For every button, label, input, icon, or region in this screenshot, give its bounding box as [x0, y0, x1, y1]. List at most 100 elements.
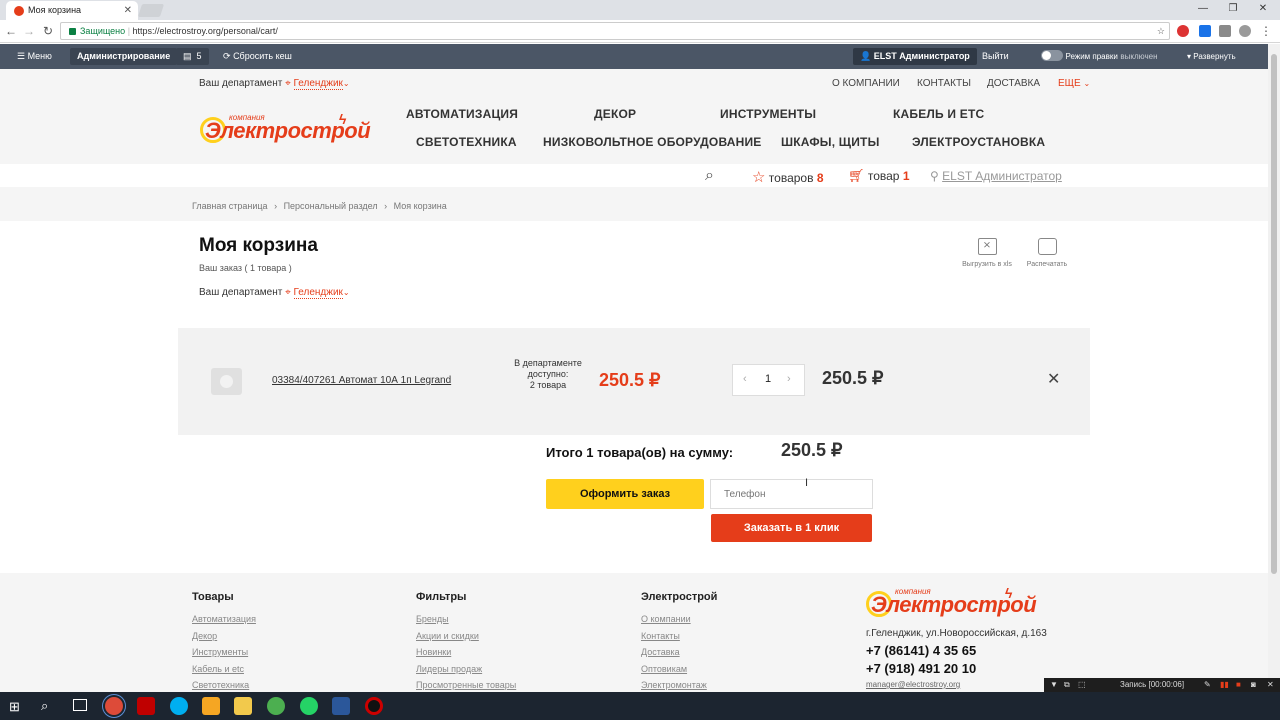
admin-user-button[interactable]: 👤 ELST Администратор	[853, 48, 977, 65]
footer-link[interactable]: Бренды	[416, 614, 449, 624]
footer-link[interactable]: Оптовикам	[641, 664, 687, 674]
toggle-switch[interactable]	[1041, 50, 1063, 61]
menu-automation[interactable]: АВТОМАТИЗАЦИЯ	[406, 107, 518, 121]
favorites-link[interactable]: ☆ товаров 8	[752, 168, 824, 186]
recorder-crop-icon[interactable]: ⬚	[1078, 678, 1086, 692]
extension-icon[interactable]	[1199, 25, 1211, 37]
department-link[interactable]: Геленджик	[293, 78, 343, 90]
logout-button[interactable]: Выйти	[975, 48, 1016, 65]
quantity-value[interactable]: 1	[765, 373, 771, 385]
checkout-button[interactable]: Оформить заказ	[546, 479, 704, 509]
edit-mode-toggle[interactable]: Режим правки выключен	[1034, 48, 1165, 65]
export-xls-button[interactable]: ⨯ Выгрузить в xls	[955, 238, 1019, 268]
department-link-cart[interactable]: Геленджик	[293, 287, 343, 299]
breadcrumb-home[interactable]: Главная страница	[192, 201, 268, 211]
chrome-taskbar-icon[interactable]	[105, 697, 123, 715]
administration-button[interactable]: Администрирование	[70, 48, 178, 65]
search-icon[interactable]: ⌕	[705, 167, 714, 185]
close-window-icon[interactable]: ✕	[1248, 0, 1278, 20]
recorder-camera-icon[interactable]: ◙	[1251, 678, 1256, 692]
breadcrumb-personal[interactable]: Персональный раздел	[284, 201, 378, 211]
footer-link[interactable]: Лидеры продаж	[416, 664, 482, 674]
sublime-taskbar-icon[interactable]	[202, 697, 220, 715]
new-tab-button[interactable]	[137, 4, 165, 17]
menu-lighting[interactable]: СВЕТОТЕХНИКА	[416, 135, 517, 149]
chrome-menu-icon[interactable]: ⋮	[1258, 22, 1274, 40]
cart-link[interactable]: 🛒︎ товар 1	[848, 168, 910, 184]
footer-link[interactable]: Инструменты	[192, 647, 248, 657]
task-view-icon[interactable]	[73, 699, 87, 711]
reload-icon[interactable]: ↻	[40, 22, 56, 40]
footer-email[interactable]: manager@electrostroy.org	[866, 680, 960, 689]
print-button[interactable]: Распечатать	[1020, 238, 1074, 268]
footer-link[interactable]: Кабель и etc	[192, 664, 244, 674]
skype-taskbar-icon[interactable]	[170, 697, 188, 715]
footer-link[interactable]: Новинки	[416, 647, 451, 657]
footer-link[interactable]: Электромонтаж	[641, 680, 707, 690]
recorder-close-icon[interactable]: ✕	[1267, 678, 1274, 692]
footer-logo[interactable]: компания Электрострой ϟ	[865, 585, 1037, 619]
menu-installation[interactable]: ЭЛЕКТРОУСТАНОВКА	[912, 135, 1045, 149]
menu-cable[interactable]: КАБЕЛЬ И ЕТС	[893, 107, 984, 121]
recorder-pen-icon[interactable]: ✎	[1204, 678, 1211, 692]
maximize-icon[interactable]: ❐	[1218, 0, 1248, 20]
whatsapp-taskbar-icon[interactable]	[300, 697, 318, 715]
department-selector-cart[interactable]: Ваш департамент ⌖ Геленджик⌄	[199, 287, 350, 299]
menu-cabinets[interactable]: ШКАФЫ, ЩИТЫ	[781, 135, 880, 149]
bookmark-star-icon[interactable]: ☆	[1157, 23, 1165, 39]
phone-input[interactable]	[710, 479, 873, 509]
footer-link[interactable]: Декор	[192, 631, 217, 641]
increase-icon[interactable]: ›	[787, 373, 791, 385]
windows-start-icon[interactable]: ⊞	[9, 700, 22, 713]
footer-link[interactable]: Светотехника	[192, 680, 249, 690]
department-selector[interactable]: Ваш департамент ⌖ Геленджик⌄	[199, 78, 350, 90]
footer-link[interactable]: Автоматизация	[192, 614, 256, 624]
recorder-collapse-icon[interactable]: ▼	[1050, 678, 1058, 692]
explorer-taskbar-icon[interactable]	[234, 697, 252, 715]
footer-link[interactable]: Просмотренные товары	[416, 680, 516, 690]
close-tab-icon[interactable]: ✕	[124, 1, 132, 20]
footer-link[interactable]: Доставка	[641, 647, 680, 657]
site-logo[interactable]: компания Электрострой ϟ	[199, 111, 371, 145]
top-link-more[interactable]: ЕЩЕ ⌄	[1058, 78, 1090, 89]
quantity-stepper[interactable]: ‹ 1 ›	[732, 364, 805, 396]
footer-phone2[interactable]: +7 (918) 491 20 10	[866, 661, 976, 676]
menu-decor[interactable]: ДЕКОР	[594, 107, 636, 121]
recorder-window-icon[interactable]: ⧉	[1064, 678, 1070, 692]
footer-link[interactable]: Акции и скидки	[416, 631, 479, 641]
filezilla-taskbar-icon[interactable]	[137, 697, 155, 715]
expand-panel-button[interactable]: ▾ Развернуть	[1180, 48, 1243, 65]
one-click-order-button[interactable]: Заказать в 1 клик	[711, 514, 872, 542]
back-icon[interactable]: ←	[3, 22, 19, 40]
forward-icon[interactable]: →	[21, 22, 37, 40]
word-taskbar-icon[interactable]	[332, 697, 350, 715]
notifications-button[interactable]: ▤ 5	[176, 48, 209, 65]
clear-cache-button[interactable]: ⟳ Сбросить кеш	[216, 48, 299, 65]
menu-tools[interactable]: ИНСТРУМЕНТЫ	[720, 107, 816, 121]
scrollbar-thumb[interactable]	[1271, 54, 1277, 574]
top-link-about[interactable]: О КОМПАНИИ	[832, 78, 900, 89]
user-profile-link[interactable]: ⚲ ELST Администратор	[930, 169, 1062, 183]
minimize-icon[interactable]: —	[1188, 0, 1218, 20]
top-link-contacts[interactable]: КОНТАКТЫ	[917, 78, 971, 89]
recorder-stop-icon[interactable]: ■	[1236, 678, 1241, 692]
camera-extension-icon[interactable]	[1219, 25, 1231, 37]
admin-menu-button[interactable]: ☰ Меню	[10, 48, 59, 65]
footer-phone1[interactable]: +7 (86141) 4 35 65	[866, 643, 976, 658]
remove-item-icon[interactable]: ✕	[1047, 369, 1060, 389]
browser-tab[interactable]: Моя корзина ✕	[6, 1, 138, 20]
decrease-icon[interactable]: ‹	[743, 373, 747, 385]
search-icon[interactable]: ⌕	[41, 698, 48, 714]
chrome2-taskbar-icon[interactable]	[267, 697, 285, 715]
recorder-taskbar-icon[interactable]	[365, 697, 383, 715]
footer-link[interactable]: Контакты	[641, 631, 680, 641]
top-link-delivery[interactable]: ДОСТАВКА	[987, 78, 1040, 89]
adblock-extension-icon[interactable]	[1177, 25, 1189, 37]
menu-lowvoltage[interactable]: НИЗКОВОЛЬТНОЕ ОБОРУДОВАНИЕ	[543, 135, 761, 149]
address-bar[interactable]: Защищено | https://electrostroy.org/pers…	[60, 22, 1170, 40]
product-link[interactable]: 03384/407261 Автомат 10А 1п Legrand	[272, 375, 451, 386]
page-scrollbar[interactable]	[1268, 44, 1280, 692]
recorder-pause-icon[interactable]: ▮▮	[1220, 678, 1229, 692]
footer-link[interactable]: О компании	[641, 614, 691, 624]
skype-extension-icon[interactable]	[1239, 25, 1251, 37]
